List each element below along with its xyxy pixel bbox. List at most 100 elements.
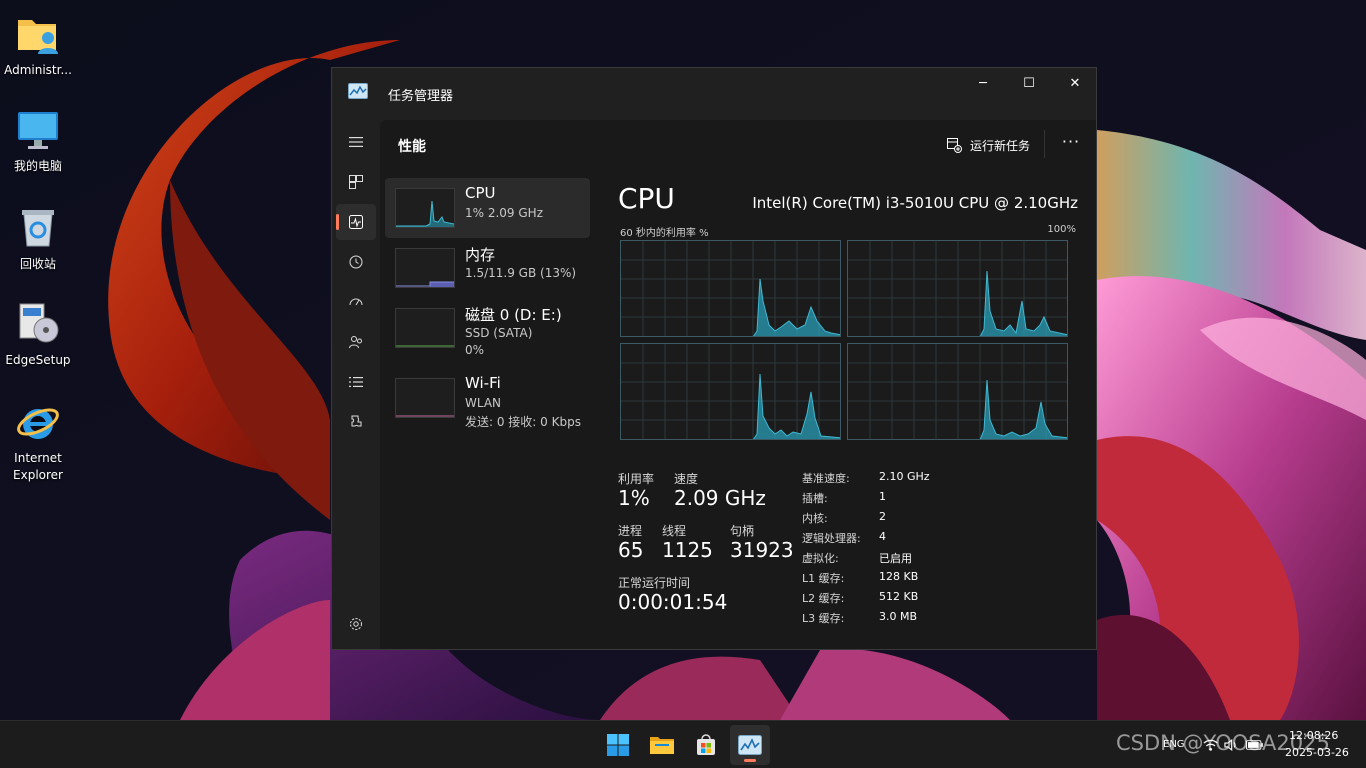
- device-name: 内存: [465, 246, 496, 264]
- page-header: 性能 运行新任务 ···: [380, 120, 1096, 168]
- device-name: CPU: [465, 184, 496, 202]
- device-item-wifi[interactable]: Wi-Fi WLAN 发送: 0 接收: 0 Kbps: [385, 368, 590, 429]
- nav-users[interactable]: [336, 324, 376, 360]
- device-detail: WLAN: [465, 396, 502, 410]
- spec-value: 512 KB: [879, 590, 919, 603]
- navigation-rail: [332, 120, 380, 649]
- graph-label: 60 秒内的利用率 %: [620, 228, 709, 239]
- app-history-icon: [349, 255, 363, 269]
- nav-startup-apps[interactable]: [336, 284, 376, 320]
- spec-value: 已启用: [879, 552, 912, 565]
- recycle-bin-icon: [14, 204, 62, 252]
- spec-value: 2: [879, 510, 886, 523]
- cpu-graphs: [620, 240, 1070, 440]
- title-bar[interactable]: 任务管理器 ─ ☐ ✕: [332, 68, 1096, 120]
- active-indicator: [336, 214, 339, 230]
- handles-value: 31923: [730, 538, 794, 562]
- minimize-button[interactable]: ─: [960, 68, 1006, 98]
- desktop-icon-administrator[interactable]: Administr...: [0, 10, 76, 79]
- run-new-task-label: 运行新任务: [970, 138, 1031, 153]
- spec-value: 1: [879, 490, 886, 503]
- device-detail: 1% 2.09 GHz: [465, 206, 544, 220]
- device-thumbnail: [395, 188, 455, 228]
- utilization-label: 利用率: [618, 472, 655, 486]
- device-item-cpu[interactable]: CPU 1% 2.09 GHz: [385, 178, 590, 238]
- window-title: 任务管理器: [388, 89, 454, 104]
- active-app-indicator: [744, 759, 756, 762]
- cpu-detail-panel: CPU Intel(R) Core(TM) i3-5010U CPU @ 2.1…: [618, 178, 1078, 638]
- desktop-icon-my-computer[interactable]: 我的电脑: [0, 106, 76, 175]
- run-new-task-button[interactable]: 运行新任务: [946, 134, 1030, 156]
- page-title: 性能: [398, 139, 426, 155]
- device-thumbnail: [395, 248, 455, 288]
- desktop-icon-internet-explorer[interactable]: Internet Explorer: [0, 398, 76, 484]
- microsoft-store-icon: [697, 734, 715, 755]
- folder-user-icon: [14, 10, 62, 58]
- users-icon: [349, 336, 362, 349]
- file-explorer-icon: [650, 737, 674, 754]
- nav-processes[interactable]: [336, 164, 376, 200]
- spec-value: 128 KB: [879, 570, 919, 583]
- internet-explorer-icon: [14, 398, 62, 446]
- graph-max-label: 100%: [1047, 224, 1076, 235]
- desktop-icon-label: 我的电脑: [13, 159, 62, 173]
- device-item-disk[interactable]: 磁盘 0 (D: E:) SSD (SATA) 0%: [385, 298, 590, 358]
- task-manager-icon: [738, 735, 762, 755]
- device-detail-secondary: 发送: 0 接收: 0 Kbps: [465, 415, 581, 429]
- nav-details[interactable]: [336, 364, 376, 400]
- spec-key: 虚拟化:: [802, 552, 839, 565]
- more-options-button[interactable]: ···: [1058, 132, 1084, 154]
- device-detail: SSD (SATA): [465, 326, 533, 340]
- taskbar-file-explorer[interactable]: [642, 725, 682, 765]
- new-task-icon: [947, 138, 962, 153]
- spec-key: L3 缓存:: [802, 612, 845, 625]
- start-button[interactable]: [598, 725, 638, 765]
- hamburger-menu-icon: [349, 137, 363, 147]
- task-manager-window: 任务管理器 ─ ☐ ✕ 性能 运行新任务 ··· CPU 1% 2.09 GHz…: [331, 67, 1097, 650]
- desktop-icon-label: EdgeSetup: [5, 353, 71, 367]
- nav-performance[interactable]: [336, 204, 376, 240]
- settings-icon: [350, 618, 362, 630]
- device-thumbnail: [395, 378, 455, 418]
- uptime-value: 0:00:01:54: [618, 590, 728, 614]
- nav-app-history[interactable]: [336, 244, 376, 280]
- spec-key: 插槽:: [802, 492, 828, 505]
- cpu-graph-core-2: [620, 343, 841, 440]
- nav-settings[interactable]: [336, 606, 376, 642]
- monitor-icon: [14, 106, 62, 154]
- spec-key: 基准速度:: [802, 472, 850, 485]
- spec-key: L1 缓存:: [802, 572, 845, 585]
- device-title: CPU: [618, 182, 675, 215]
- hamburger-menu-button[interactable]: [336, 124, 376, 160]
- taskbar-microsoft-store[interactable]: [686, 725, 726, 765]
- utilization-value: 1%: [618, 486, 650, 510]
- processes-icon: [349, 175, 363, 189]
- desktop-icon-recycle-bin[interactable]: 回收站: [0, 204, 76, 273]
- start-button-icon: [607, 734, 629, 756]
- device-item-memory[interactable]: 内存 1.5/11.9 GB (13%): [385, 238, 590, 298]
- maximize-button[interactable]: ☐: [1006, 68, 1052, 98]
- task-manager-icon: [348, 83, 368, 99]
- taskbar-task-manager[interactable]: [730, 725, 770, 765]
- installer-icon: [14, 300, 62, 348]
- device-detail-secondary: 0%: [465, 343, 485, 357]
- cpu-graph-core-3: [847, 343, 1068, 440]
- threads-label: 线程: [662, 524, 687, 538]
- device-detail: 1.5/11.9 GB (13%): [465, 266, 577, 280]
- spec-value: 3.0 MB: [879, 610, 918, 623]
- desktop-icon-label: 回收站: [19, 257, 56, 271]
- processes-value: 65: [618, 538, 644, 562]
- performance-icon: [349, 215, 363, 229]
- cpu-graph-core-0: [620, 240, 841, 337]
- device-name: Wi-Fi: [465, 374, 501, 392]
- watermark: CSDN @YOOSA2025: [1116, 731, 1330, 755]
- desktop-icon-edgesetup[interactable]: EdgeSetup: [0, 300, 76, 369]
- close-button[interactable]: ✕: [1052, 68, 1098, 98]
- desktop-icon-label: Administr...: [4, 63, 72, 77]
- spec-key: L2 缓存:: [802, 592, 845, 605]
- device-thumbnail: [395, 308, 455, 348]
- spec-value: 2.10 GHz: [879, 470, 930, 483]
- nav-services[interactable]: [336, 404, 376, 440]
- handles-label: 句柄: [730, 524, 755, 538]
- performance-page: 性能 运行新任务 ··· CPU 1% 2.09 GHz 内存 1.5/11.9…: [380, 120, 1096, 649]
